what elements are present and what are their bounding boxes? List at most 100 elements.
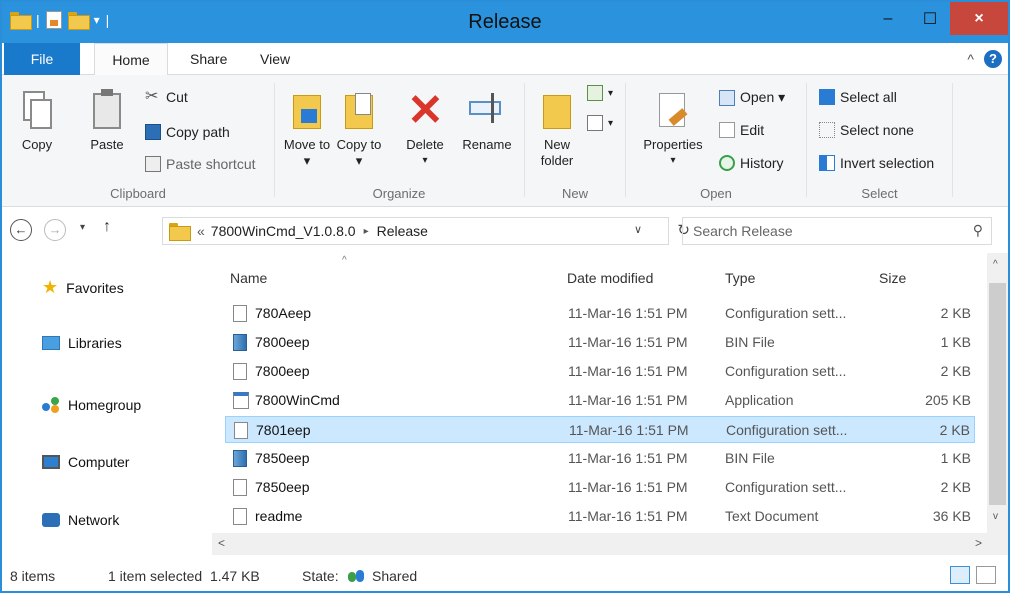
- large-icons-view-icon[interactable]: [976, 566, 996, 584]
- file-size: 1 KB: [940, 334, 971, 350]
- forward-button[interactable]: →: [44, 219, 66, 241]
- file-size: 2 KB: [940, 305, 971, 321]
- copy-to-button[interactable]: Copy to ▾: [335, 89, 383, 169]
- file-name: 7800WinCmd: [255, 392, 340, 408]
- delete-button[interactable]: ✕ Delete ▾: [397, 89, 453, 169]
- table-row[interactable]: 7800WinCmd 11-Mar-16 1:51 PM Application 20…: [225, 387, 975, 414]
- search-icon[interactable]: ⚲: [973, 222, 983, 239]
- tab-share[interactable]: Share: [190, 43, 227, 75]
- nav-label: Homegroup: [68, 397, 142, 413]
- table-row[interactable]: 7800eep 11-Mar-16 1:51 PM BIN File 1 KB: [225, 329, 975, 356]
- maximize-button[interactable]: ☐: [912, 2, 948, 35]
- new-folder-button[interactable]: New folder: [533, 89, 581, 169]
- selection-info: 1 item selected 1.47 KB: [108, 568, 260, 584]
- select-all-button[interactable]: Select all: [819, 89, 897, 105]
- config-file-icon: [233, 363, 247, 380]
- column-header-size[interactable]: Size: [879, 270, 906, 286]
- application-icon: [233, 392, 249, 409]
- paste-button[interactable]: Paste: [82, 89, 132, 153]
- table-row[interactable]: 7801eep 11-Mar-16 1:51 PM Configuration se…: [225, 416, 975, 443]
- move-to-button[interactable]: Move to ▾: [283, 89, 331, 169]
- cut-button[interactable]: ✂ Cut: [145, 89, 188, 106]
- select-none-button[interactable]: Select none: [819, 122, 914, 138]
- new-item-button[interactable]: ▾: [587, 85, 613, 101]
- open-button[interactable]: Open ▾: [719, 89, 785, 106]
- sort-ascending-icon: ^: [342, 255, 347, 266]
- breadcrumb-separator[interactable]: ▸: [364, 226, 369, 237]
- file-date-modified: 11-Mar-16 1:51 PM: [568, 334, 688, 350]
- star-icon: ★: [42, 277, 59, 297]
- search-input[interactable]: Search Release ⚲: [682, 217, 992, 245]
- scroll-down-icon[interactable]: v: [993, 511, 998, 522]
- group-divider: [952, 83, 953, 197]
- properties-button[interactable]: Properties ▾: [638, 89, 708, 169]
- close-button[interactable]: ×: [950, 2, 1008, 35]
- collapse-ribbon-icon[interactable]: ^: [967, 51, 974, 67]
- history-button[interactable]: History: [719, 155, 784, 171]
- scroll-up-icon[interactable]: ^: [993, 259, 998, 270]
- horizontal-scrollbar[interactable]: < >: [212, 533, 1008, 555]
- vertical-scroll-thumb[interactable]: [989, 283, 1006, 505]
- config-file-icon: [233, 305, 247, 322]
- nav-item-libraries[interactable]: Libraries: [42, 335, 122, 351]
- vertical-scrollbar[interactable]: ^ v: [987, 253, 1008, 533]
- config-file-icon: [234, 422, 248, 439]
- open-group-label: Open: [700, 186, 732, 201]
- column-header-date[interactable]: Date modified: [567, 270, 653, 286]
- breadcrumb-current[interactable]: Release: [377, 223, 428, 239]
- paste-shortcut-button[interactable]: Paste shortcut: [145, 156, 256, 172]
- edit-label: Edit: [740, 122, 765, 138]
- new-folder-icon: [539, 89, 575, 133]
- table-row[interactable]: 7800eep 11-Mar-16 1:51 PM Configuration se…: [225, 358, 975, 385]
- easy-access-icon: [587, 115, 603, 131]
- paste-shortcut-icon: [145, 156, 161, 172]
- cut-label: Cut: [166, 89, 188, 105]
- breadcrumb-parent[interactable]: 7800WinCmd_V1.0.8.0: [211, 223, 356, 239]
- minimize-button[interactable]: –: [866, 2, 910, 35]
- nav-item-homegroup[interactable]: Homegroup: [42, 397, 141, 413]
- clipboard-group-label: Clipboard: [110, 186, 166, 201]
- up-button[interactable]: ↑: [103, 218, 111, 236]
- invert-selection-button[interactable]: Invert selection: [819, 155, 934, 171]
- file-name: 7801eep: [256, 422, 311, 438]
- nav-item-network[interactable]: Network: [42, 512, 119, 528]
- tab-home[interactable]: Home: [94, 43, 168, 76]
- move-to-icon: [289, 89, 325, 133]
- delete-dropdown-icon[interactable]: ▾: [397, 153, 453, 169]
- column-header-name[interactable]: Name: [230, 270, 267, 286]
- tab-file[interactable]: File: [4, 43, 80, 75]
- new-group: New folder ▾ ▾ New: [525, 79, 625, 203]
- scroll-left-icon[interactable]: <: [218, 536, 225, 550]
- delete-label: Delete: [406, 137, 444, 152]
- copy-button[interactable]: Copy: [12, 89, 62, 153]
- nav-item-computer[interactable]: Computer: [42, 454, 129, 470]
- properties-dropdown-icon[interactable]: ▾: [638, 153, 708, 169]
- copy-path-button[interactable]: Copy path: [145, 124, 230, 140]
- back-button[interactable]: ←: [10, 219, 32, 241]
- details-view-icon[interactable]: [950, 566, 970, 584]
- select-all-label: Select all: [840, 89, 897, 105]
- address-overflow[interactable]: «: [197, 223, 205, 239]
- recent-locations-icon[interactable]: ▾: [80, 222, 85, 233]
- file-name: readme: [255, 508, 303, 524]
- table-row[interactable]: 7850eep 11-Mar-16 1:51 PM Configuration se…: [225, 474, 975, 501]
- edit-button[interactable]: Edit: [719, 122, 764, 138]
- address-bar[interactable]: « 7800WinCmd_V1.0.8.0 ▸ Release ∨ ↻: [162, 217, 690, 245]
- table-row[interactable]: 7850eep 11-Mar-16 1:51 PM BIN File 1 KB: [225, 445, 975, 472]
- file-date-modified: 11-Mar-16 1:51 PM: [568, 450, 688, 466]
- file-size: 2 KB: [939, 422, 970, 438]
- table-row[interactable]: readme 11-Mar-16 1:51 PM Text Document 36 K…: [225, 503, 975, 530]
- text-file-icon: [233, 508, 247, 525]
- address-history-icon[interactable]: ∨: [634, 223, 642, 236]
- select-none-label: Select none: [840, 122, 914, 138]
- easy-access-button[interactable]: ▾: [587, 115, 613, 131]
- tab-view[interactable]: View: [260, 43, 290, 75]
- rename-button[interactable]: Rename: [459, 89, 515, 153]
- navigation-pane: ★ Favorites Libraries Homegroup Computer…: [2, 253, 212, 560]
- scroll-right-icon[interactable]: >: [975, 536, 982, 550]
- help-icon[interactable]: ?: [984, 50, 1002, 68]
- config-file-icon: [233, 479, 247, 496]
- table-row[interactable]: 780Aeep 11-Mar-16 1:51 PM Configuration se…: [225, 300, 975, 327]
- column-header-type[interactable]: Type: [725, 270, 755, 286]
- nav-item-favorites[interactable]: ★ Favorites: [42, 277, 124, 298]
